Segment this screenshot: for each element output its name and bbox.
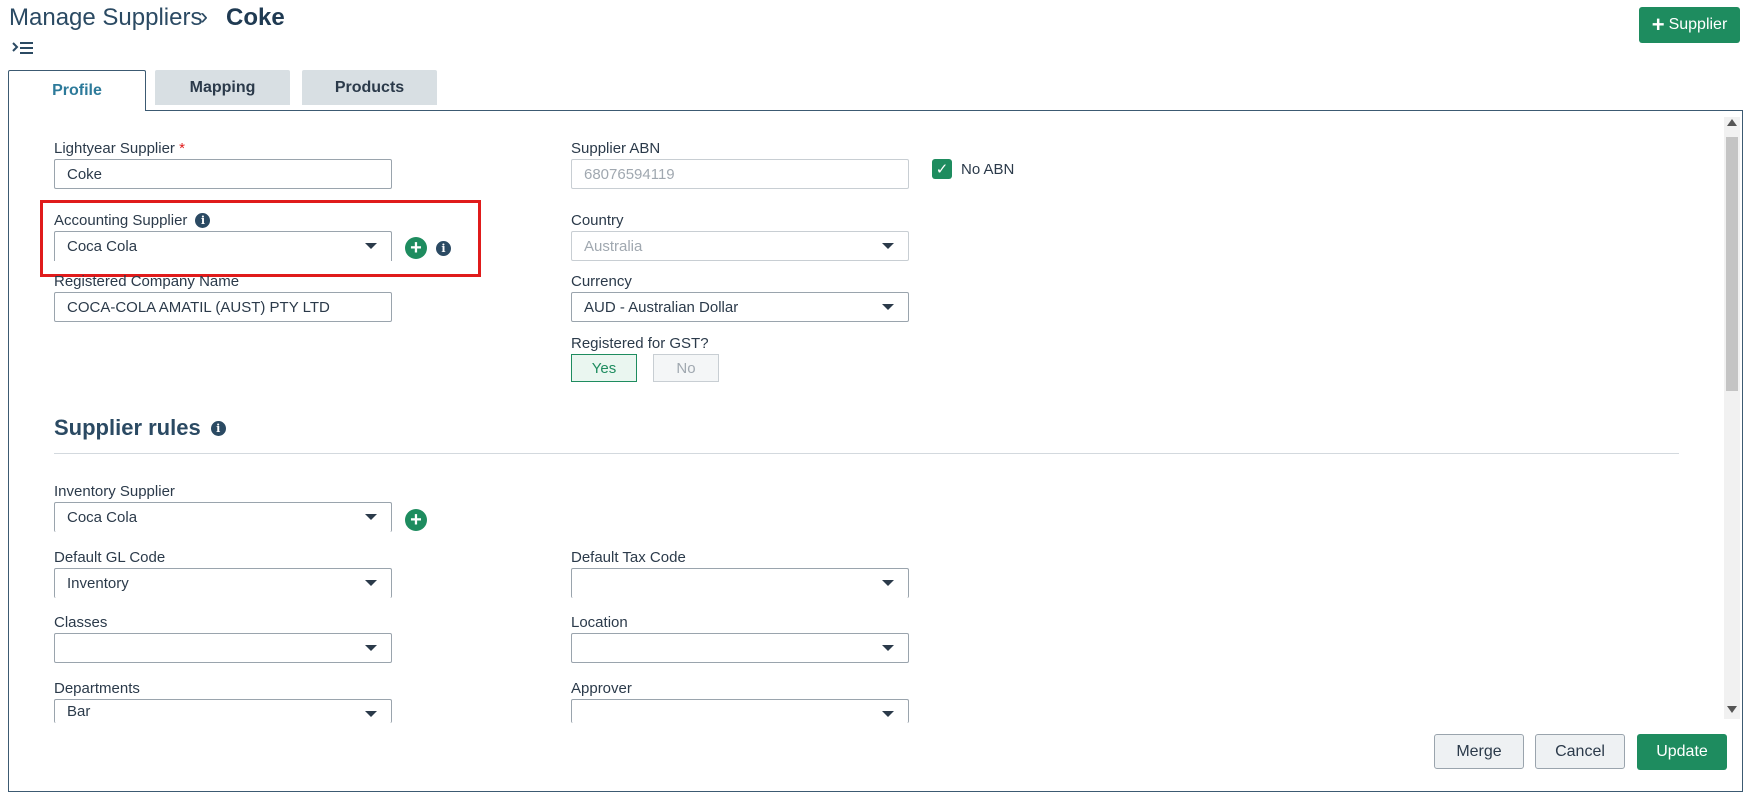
currency-label: Currency [571,273,632,290]
supplier-abn-input[interactable]: 68076594119 [571,159,909,189]
registered-company-name-input[interactable]: COCA-COLA AMATIL (AUST) PTY LTD [54,292,392,322]
info-icon[interactable]: i [195,213,211,228]
classes-select[interactable] [54,633,392,663]
chevron-down-icon [365,645,377,651]
departments-label: Departments [54,680,140,697]
inventory-supplier-select[interactable]: Coca Cola [54,502,392,532]
default-gl-code-label: Default GL Code [54,549,166,566]
chevron-down-icon [882,243,894,249]
add-inventory-supplier-icon[interactable]: + [405,509,427,531]
update-button[interactable]: Update [1637,734,1727,770]
chevron-down-icon [882,580,894,586]
approver-label: Approver [571,680,632,697]
add-supplier-label: Supplier [1668,16,1728,33]
country-select[interactable]: Australia [571,231,909,261]
info-icon[interactable]: i [210,420,226,436]
supplier-rules-title: Supplier rules i [54,415,226,441]
gst-no-button[interactable]: No [653,354,719,382]
menu-collapse-icon[interactable] [12,40,34,58]
section-divider [54,453,1679,454]
accounting-supplier-label: Accounting Supplier i [54,212,211,229]
tab-profile[interactable]: Profile [8,70,146,111]
plus-icon: + [1651,12,1665,37]
add-supplier-button[interactable]: + Supplier [1639,7,1740,43]
chevron-down-icon [882,711,894,717]
no-abn-label: No ABN [961,161,1015,178]
chevron-down-icon [365,243,377,249]
default-tax-code-select[interactable] [571,568,909,598]
registered-company-name-label: Registered Company Name [54,273,240,290]
cancel-button[interactable]: Cancel [1535,734,1625,769]
country-label: Country [571,212,624,229]
default-tax-code-label: Default Tax Code [571,549,686,566]
approver-select[interactable] [571,699,909,723]
lightyear-supplier-label: Lightyear Supplier * [54,140,185,157]
breadcrumb-parent[interactable]: Manage Suppliers [9,4,202,32]
location-label: Location [571,614,628,631]
scroll-up-icon[interactable] [1727,119,1737,126]
lightyear-supplier-input[interactable]: Coke [54,159,392,189]
accounting-supplier-select[interactable]: Coca Cola [54,231,392,261]
tab-mapping[interactable]: Mapping [155,70,290,105]
gst-yes-button[interactable]: Yes [571,354,637,382]
classes-label: Classes [54,614,108,631]
chevron-down-icon [882,304,894,310]
add-accounting-supplier-icon[interactable]: + [405,237,427,259]
currency-select[interactable]: AUD - Australian Dollar [571,292,909,322]
chevron-down-icon [365,514,377,520]
chevron-down-icon [882,645,894,651]
breadcrumb-current: Coke [226,4,285,31]
default-gl-code-select[interactable]: Inventory [54,568,392,598]
info-icon[interactable]: i [436,241,451,256]
supplier-abn-label: Supplier ABN [571,140,661,157]
location-select[interactable] [571,633,909,663]
inventory-supplier-label: Inventory Supplier [54,483,175,500]
required-mark: * [179,140,185,157]
departments-select[interactable]: Bar [54,699,392,723]
chevron-down-icon [365,580,377,586]
merge-button[interactable]: Merge [1434,734,1524,769]
registered-gst-label: Registered for GST? [571,335,709,352]
breadcrumb-separator: › [200,3,208,30]
scrollbar-thumb[interactable] [1726,137,1738,391]
chevron-down-icon [365,711,377,717]
no-abn-checkbox[interactable]: ✓ [932,159,952,179]
tab-products[interactable]: Products [302,70,437,105]
scroll-down-icon[interactable] [1727,706,1737,713]
